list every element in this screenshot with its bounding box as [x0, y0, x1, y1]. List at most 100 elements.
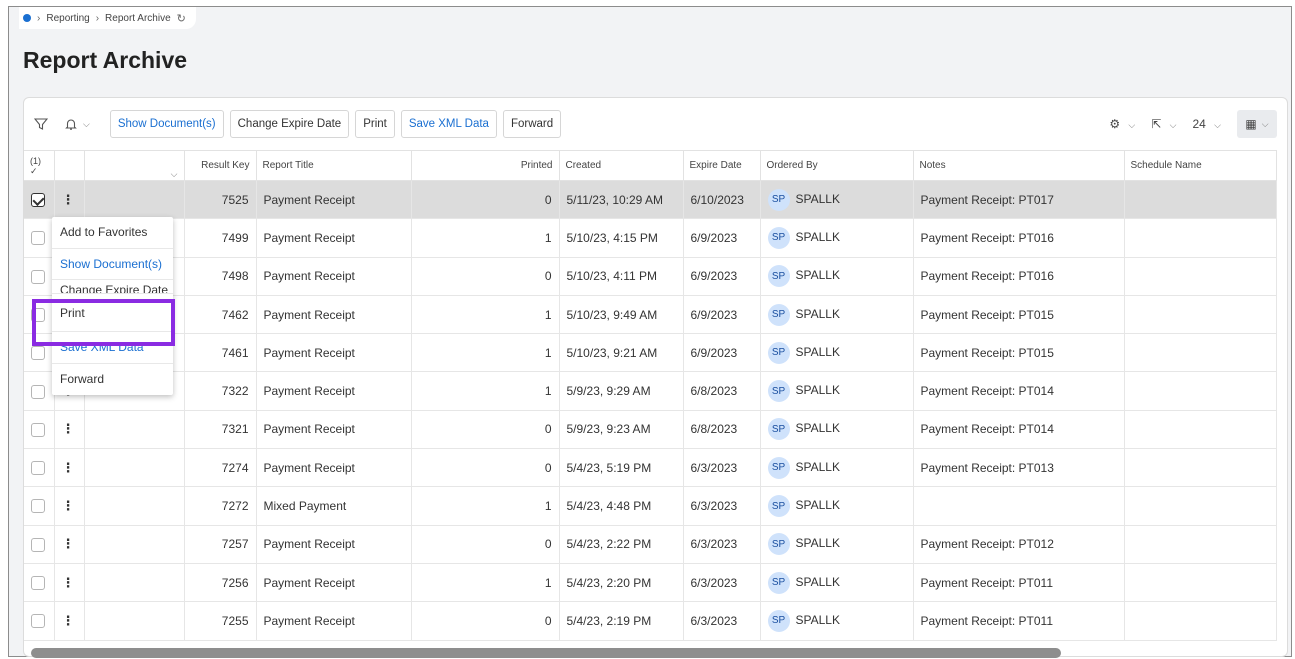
table-row[interactable]: ⋮ 7272 Mixed Payment 1 5/4/23, 4:48 PM 6/3/20…: [24, 486, 1277, 526]
kebab-menu-icon[interactable]: ⋮: [62, 192, 75, 207]
row-checkbox-cell[interactable]: [24, 601, 55, 641]
grid-view-icon[interactable]: ▦ ⌵: [1237, 110, 1277, 138]
expire-date-cell: 6/9/2023: [683, 333, 761, 373]
kebab-menu-icon[interactable]: ⋮: [62, 498, 75, 513]
expire-date-cell: 6/10/2023: [683, 180, 761, 220]
horizontal-scrollbar[interactable]: [31, 648, 1061, 658]
col-expire-date[interactable]: Expire Date: [683, 150, 761, 181]
expand-column[interactable]: ⌵: [84, 150, 185, 181]
change-expire-date-button[interactable]: Change Expire Date: [229, 110, 350, 138]
ordered-by-name: SPALLK: [795, 574, 840, 589]
printed-cell: 1: [411, 218, 560, 258]
row-actions-cell[interactable]: ⋮: [54, 448, 85, 488]
refresh-icon[interactable]: ↻: [177, 12, 186, 25]
row-checkbox[interactable]: [31, 346, 45, 361]
row-checkbox[interactable]: [31, 269, 45, 284]
row-actions-cell[interactable]: ⋮: [54, 525, 85, 564]
row-checkbox-cell[interactable]: [24, 486, 55, 526]
row-checkbox[interactable]: [31, 193, 45, 208]
menu-show-documents[interactable]: Show Document(s): [52, 249, 173, 280]
created-cell: 5/4/23, 2:19 PM: [559, 601, 684, 641]
col-report-title[interactable]: Report Title: [256, 150, 412, 181]
page-size-select[interactable]: 24 ⌵: [1192, 117, 1221, 131]
table-row[interactable]: ⋮7461Payment Receipt15/10/23, 9:21 AM6/9…: [24, 333, 1277, 373]
table-row[interactable]: ⋮ 7257 Payment Receipt 0 5/4/23, 2:22 PM 6/3/…: [24, 525, 1277, 564]
row-actions-cell[interactable]: ⋮: [54, 486, 85, 526]
result-key-cell: 7322: [184, 371, 257, 411]
row-checkbox[interactable]: [31, 422, 45, 437]
filter-icon[interactable]: [34, 117, 48, 131]
row-checkbox-cell[interactable]: [24, 410, 55, 450]
row-checkbox-cell[interactable]: [24, 563, 55, 603]
row-checkbox-cell[interactable]: [24, 180, 55, 220]
kebab-menu-icon[interactable]: ⋮: [62, 460, 75, 475]
row-checkbox[interactable]: [31, 537, 45, 552]
row-checkbox[interactable]: [31, 499, 45, 514]
kebab-menu-icon[interactable]: ⋮: [62, 575, 75, 590]
menu-add-to-favorites[interactable]: Add to Favorites: [52, 217, 173, 249]
chevron-down-icon: ⌵: [83, 118, 90, 129]
toolbar-right: ⚙ ⌵ ⇱ ⌵ 24 ⌵ ▦ ⌵: [1109, 110, 1277, 138]
expire-date-cell: 6/3/2023: [683, 525, 761, 564]
table-row[interactable]: ⋮7462Payment Receipt15/10/23, 9:49 AM6/9…: [24, 295, 1277, 335]
table-row[interactable]: ⋮ 7255 Payment Receipt 0 5/4/23, 2:19 PM 6/3/…: [24, 601, 1277, 641]
row-actions-cell[interactable]: ⋮: [54, 410, 85, 450]
row-checkbox[interactable]: [31, 384, 45, 399]
table-row[interactable]: ⋮7322Payment Receipt15/9/23, 9:29 AM6/8/…: [24, 371, 1277, 411]
row-actions-cell[interactable]: ⋮: [54, 563, 85, 603]
table-row[interactable]: ⋮ 7256 Payment Receipt 1 5/4/23, 2:20 PM 6/3/…: [24, 563, 1277, 603]
show-documents-button[interactable]: Show Document(s): [109, 110, 224, 138]
notes-cell: [913, 486, 1125, 526]
col-created[interactable]: Created: [559, 150, 684, 181]
col-schedule-name[interactable]: Schedule Name: [1124, 150, 1277, 181]
table-row[interactable]: ⋮ 7274 Payment Receipt 0 5/4/23, 5:19 PM 6/3/…: [24, 448, 1277, 488]
printed-cell: 0: [411, 410, 560, 450]
row-checkbox-cell[interactable]: [24, 525, 55, 564]
table-row[interactable]: ⋮ 7525 Payment Receipt 0 5/11/23, 10:29 AM 6/…: [24, 180, 1277, 220]
ordered-by-name: SPALLK: [795, 268, 840, 283]
result-key-cell: 7256: [184, 563, 257, 603]
col-printed[interactable]: Printed: [411, 150, 560, 181]
row-checkbox-cell[interactable]: [24, 218, 55, 258]
col-result-key[interactable]: Result Key: [184, 150, 257, 181]
kebab-menu-icon[interactable]: ⋮: [62, 613, 75, 628]
table-row[interactable]: ⋮7499Payment Receipt15/10/23, 4:15 PM6/9…: [24, 218, 1277, 258]
kebab-menu-icon[interactable]: ⋮: [62, 421, 75, 436]
table-row[interactable]: ⋮7498Payment Receipt05/10/23, 4:11 PM6/9…: [24, 257, 1277, 296]
expire-date-cell: 6/3/2023: [683, 486, 761, 526]
ordered-by-cell: SP SPALLK: [760, 448, 914, 488]
row-checkbox[interactable]: [31, 576, 45, 591]
bell-icon[interactable]: ⌵: [64, 117, 90, 131]
row-actions-cell[interactable]: ⋮: [54, 180, 85, 220]
row-checkbox-cell[interactable]: [24, 448, 55, 488]
row-actions-cell[interactable]: ⋮: [54, 601, 85, 641]
breadcrumb: › Reporting › Report Archive ↻: [19, 7, 196, 29]
forward-button[interactable]: Forward: [502, 110, 562, 138]
col-notes[interactable]: Notes: [913, 150, 1125, 181]
row-checkbox-cell[interactable]: [24, 257, 55, 296]
row-checkbox[interactable]: [31, 461, 45, 476]
created-cell: 5/10/23, 9:21 AM: [559, 333, 684, 373]
row-expand-cell: [84, 563, 185, 603]
home-dot-icon[interactable]: [23, 14, 31, 22]
schedule-name-cell: [1124, 486, 1277, 526]
select-all-column[interactable]: (1) ✓: [24, 150, 55, 181]
export-icon[interactable]: ⇱ ⌵: [1151, 117, 1176, 131]
avatar: SP: [767, 418, 790, 441]
kebab-menu-icon[interactable]: ⋮: [62, 536, 75, 551]
col-ordered-by[interactable]: Ordered By: [760, 150, 914, 181]
row-checkbox-cell[interactable]: [24, 371, 55, 411]
save-xml-button[interactable]: Save XML Data: [400, 110, 497, 138]
printed-cell: 0: [411, 525, 560, 564]
row-checkbox[interactable]: [31, 231, 45, 246]
menu-forward[interactable]: Forward: [52, 364, 173, 396]
expire-date-cell: 6/3/2023: [683, 601, 761, 641]
row-checkbox[interactable]: [31, 614, 45, 629]
print-button[interactable]: Print: [355, 110, 395, 138]
settings-gear-icon[interactable]: ⚙ ⌵: [1109, 117, 1135, 131]
menu-change-expire-date[interactable]: Change Expire Date: [52, 280, 173, 294]
table-row[interactable]: ⋮ 7321 Payment Receipt 0 5/9/23, 9:23 AM 6/8/…: [24, 410, 1277, 450]
report-title-cell: Payment Receipt: [256, 448, 412, 488]
breadcrumb-item-reporting[interactable]: Reporting: [46, 13, 89, 24]
report-title-cell: Mixed Payment: [256, 486, 412, 526]
